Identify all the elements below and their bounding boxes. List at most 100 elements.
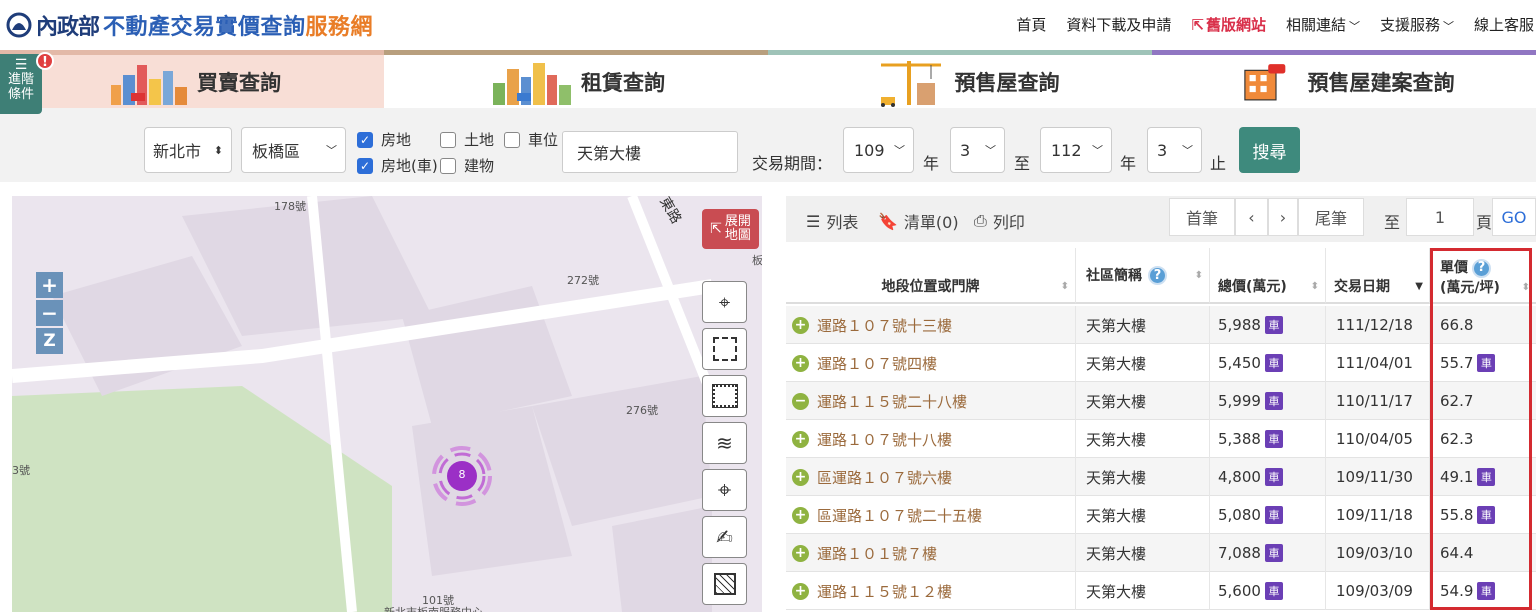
col-date[interactable]: 交易日期 ▼	[1325, 248, 1429, 304]
rectangle-select-tool[interactable]	[702, 375, 747, 417]
hatch-area-tool[interactable]	[702, 563, 747, 605]
city-select[interactable]: 新北市 ⬍	[144, 127, 232, 173]
chevron-down-icon: ﹀	[326, 144, 337, 157]
last-page-button[interactable]: 尾筆	[1298, 198, 1364, 236]
expand-icon[interactable]: +	[792, 506, 809, 524]
page-unit-label: 頁	[1476, 213, 1493, 232]
go-button[interactable]: GO	[1492, 198, 1536, 236]
table-row[interactable]: + 運路１０１號７樓 天第大樓 7,088 車 109/03/10 64.4	[786, 534, 1536, 572]
expand-icon[interactable]: +	[792, 582, 809, 600]
sort-icon: ⬍	[1310, 280, 1319, 292]
address-cell[interactable]: + 運路１０７號十八樓	[786, 420, 1075, 458]
table-row[interactable]: + 運路１０７號十八樓 天第大樓 5,388 車 110/04/05 62.3	[786, 420, 1536, 458]
external-link-icon: ⇱	[1191, 16, 1204, 34]
to-label: 至	[1014, 154, 1031, 173]
map-cluster-marker[interactable]: 8	[432, 446, 492, 506]
address-cell[interactable]: − 運路１１５號二十八樓	[786, 382, 1075, 420]
type-building-checkbox[interactable]: 建物	[440, 155, 494, 176]
locate-me-tool[interactable]: ⌖	[702, 469, 747, 511]
date-cell: 109/03/09	[1325, 572, 1429, 610]
tab-rent[interactable]: 租賃查詢	[384, 50, 768, 108]
site-header: 內政部 不動產交易實價查詢 服務網 首頁 資料下載及申請 ⇱ 舊版網站 相關連結 ﹀…	[0, 0, 1536, 50]
chevron-down-icon: ﹀	[1442, 20, 1454, 33]
select-area-tool[interactable]	[702, 328, 747, 370]
construction-crane-icon	[880, 60, 941, 107]
nav-links[interactable]: 相關連結 ﹀	[1286, 14, 1360, 35]
parking-badge: 車	[1264, 582, 1283, 600]
end-month-select[interactable]: 3 ﹀	[1147, 127, 1202, 173]
help-icon[interactable]: ?	[1148, 265, 1167, 285]
expand-map-button[interactable]: ⇱ 展開 地圖	[702, 209, 759, 249]
first-page-button[interactable]: 首筆	[1169, 198, 1235, 236]
table-row[interactable]: + 運路１１５號１２樓 天第大樓 5,600 車 109/03/09 54.9 車	[786, 572, 1536, 610]
total-price-cell: 5,388 車	[1209, 420, 1325, 458]
address-cell[interactable]: + 運路１０７號四樓	[786, 344, 1075, 382]
new-building-icon	[1243, 63, 1285, 100]
chevron-down-icon: ﹀	[894, 144, 905, 157]
site-title: 不動產交易實價查詢	[103, 15, 306, 40]
address-cell[interactable]: + 運路１０７號十三樓	[786, 306, 1075, 344]
type-house-checkbox[interactable]: ✓ 房地	[357, 129, 411, 150]
results-panel: ☰ 列表 🔖 清單(0) ⎙ 列印 首筆 ‹ › 尾筆 至 1 頁 GO 地段位置或門…	[786, 196, 1536, 612]
page-number-input[interactable]: 1	[1406, 198, 1474, 236]
table-row[interactable]: + 區運路１０７號二十五樓 天第大樓 5,080 車 109/11/18 55.8 車	[786, 496, 1536, 534]
table-row[interactable]: − 運路１１５號二十八樓 天第大樓 5,999 車 110/11/17 62.7	[786, 382, 1536, 420]
table-row[interactable]: + 運路１０７號十三樓 天第大樓 5,988 車 111/12/18 66.8	[786, 306, 1536, 344]
expand-icon[interactable]: +	[792, 430, 809, 448]
prev-page-button[interactable]: ‹	[1235, 198, 1268, 236]
community-cell: 天第大樓	[1075, 496, 1209, 534]
map-view[interactable]: 178號 272號 276號 3號 101號 東路 板 新北市板南服務中心 + …	[12, 196, 762, 612]
print-button[interactable]: ⎙ 列印	[974, 209, 1025, 233]
zoom-out-button[interactable]: −	[36, 300, 63, 326]
end-label: 止	[1210, 154, 1227, 173]
zoom-reset-button[interactable]: Z	[36, 328, 63, 354]
nav-service[interactable]: 線上客服	[1474, 14, 1534, 35]
table-row[interactable]: + 運路１０７號四樓 天第大樓 5,450 車 111/04/01 55.7 車	[786, 344, 1536, 382]
collapse-icon[interactable]: −	[792, 392, 809, 410]
date-cell: 110/04/05	[1325, 420, 1429, 458]
bookmark-list-button[interactable]: 🔖 清單(0)	[878, 209, 959, 233]
expand-icon[interactable]: +	[792, 316, 809, 334]
tab-presale[interactable]: 預售屋查詢	[768, 50, 1152, 108]
start-month-select[interactable]: 3 ﹀	[950, 127, 1005, 173]
search-button[interactable]: 搜尋	[1239, 127, 1300, 173]
district-select[interactable]: 板橋區 ﹀	[241, 127, 346, 173]
keyword-input[interactable]: 天第大樓	[562, 131, 738, 173]
parking-badge: 車	[1264, 392, 1283, 410]
nav-download[interactable]: 資料下載及申請	[1066, 14, 1171, 35]
end-year-select[interactable]: 112 ﹀	[1040, 127, 1112, 173]
col-total-price[interactable]: 總價(萬元) ⬍	[1209, 248, 1325, 304]
expand-icon[interactable]: +	[792, 544, 809, 562]
community-cell: 天第大樓	[1075, 458, 1209, 496]
chevron-down-icon: ﹀	[1348, 20, 1360, 33]
site-logo[interactable]: 內政部 不動產交易實價查詢 服務網	[6, 8, 373, 42]
table-row[interactable]: + 區運路１０７號六樓 天第大樓 4,800 車 109/11/30 49.1 車	[786, 458, 1536, 496]
type-land-checkbox[interactable]: 土地	[440, 129, 494, 150]
expand-icon[interactable]: +	[792, 468, 809, 486]
total-price-cell: 4,800 車	[1209, 458, 1325, 496]
tab-sale[interactable]: 買賣查詢	[0, 50, 384, 108]
rent-buildings-icon	[493, 62, 571, 105]
map-label-bottom: 新北市板南服務中心	[384, 604, 483, 612]
address-cell[interactable]: + 區運路１０７號二十五樓	[786, 496, 1075, 534]
layers-tool[interactable]: ≋	[702, 422, 747, 464]
nav-home[interactable]: 首頁	[1016, 14, 1046, 35]
col-address[interactable]: 地段位置或門牌 ⬍	[786, 248, 1075, 304]
address-cell[interactable]: + 區運路１０７號六樓	[786, 458, 1075, 496]
address-cell[interactable]: + 運路１１５號１２樓	[786, 572, 1075, 610]
draw-tool[interactable]: ✍	[702, 516, 747, 558]
nav-old-site[interactable]: ⇱ 舊版網站	[1191, 14, 1266, 35]
hatched-square-icon	[713, 573, 736, 595]
location-pin-tool[interactable]: ⌖	[702, 281, 747, 323]
type-parking-checkbox[interactable]: 車位	[504, 129, 558, 150]
address-cell[interactable]: + 運路１０１號７樓	[786, 534, 1075, 572]
start-year-select[interactable]: 109 ﹀	[843, 127, 914, 173]
type-house-car-checkbox[interactable]: ✓ 房地(車)	[357, 155, 438, 176]
next-page-button[interactable]: ›	[1268, 198, 1298, 236]
nav-support[interactable]: 支援服務 ﹀	[1380, 14, 1454, 35]
list-view-button[interactable]: ☰ 列表	[806, 209, 858, 233]
tab-presale-project[interactable]: 預售屋建案查詢	[1152, 50, 1536, 108]
col-community[interactable]: 社區簡稱? ⬍	[1075, 248, 1209, 304]
zoom-in-button[interactable]: +	[36, 272, 63, 298]
expand-icon[interactable]: +	[792, 354, 809, 372]
